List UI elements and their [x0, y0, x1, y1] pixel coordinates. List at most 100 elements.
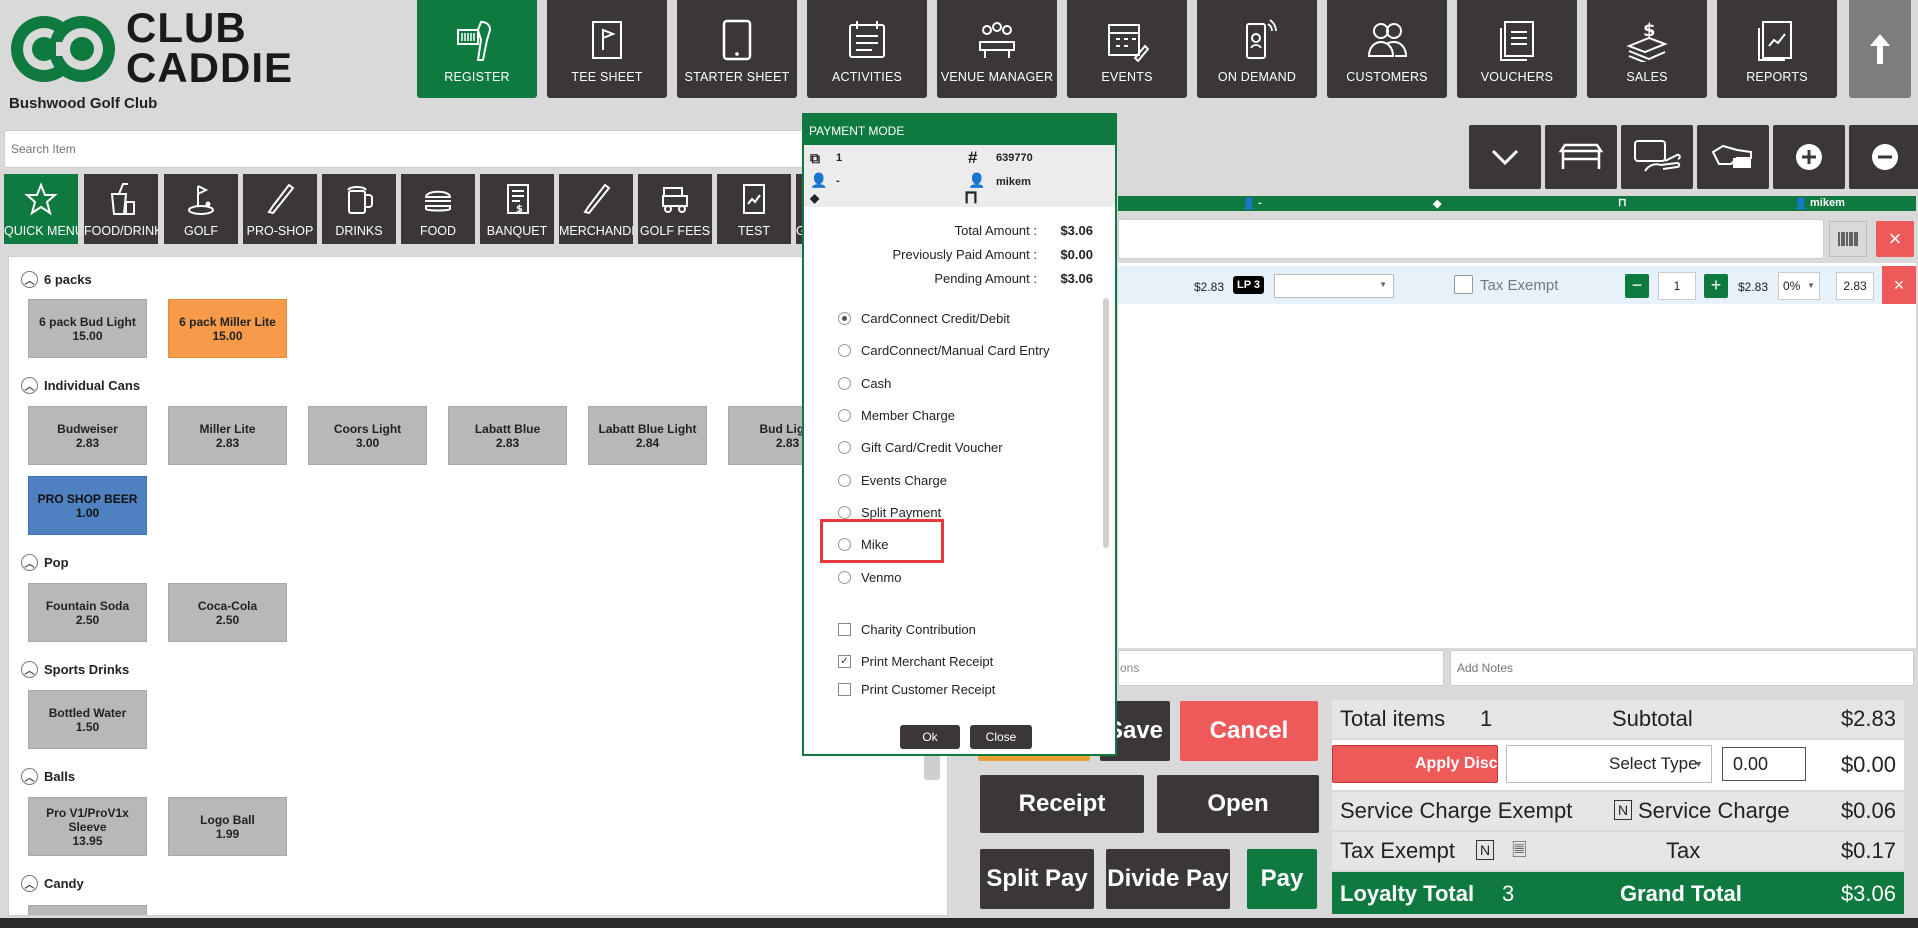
item-tile[interactable]: Logo Ball 1.99: [168, 797, 287, 856]
divide-pay-button[interactable]: Divide Pay: [1106, 849, 1230, 909]
section-header[interactable]: ︿ 6 packs: [21, 271, 92, 288]
item-tile[interactable]: Bottled Water 1.50: [28, 690, 147, 749]
radio[interactable]: [838, 571, 851, 584]
discount-value-input[interactable]: 0.00: [1722, 747, 1806, 781]
section-header[interactable]: ︿ Balls: [21, 768, 75, 785]
category-food-drink[interactable]: FOOD/DRINK: [84, 174, 158, 244]
nav-venue-manager[interactable]: VENUE MANAGER: [937, 0, 1057, 98]
checkbox[interactable]: [838, 683, 851, 696]
checkbox[interactable]: [838, 623, 851, 636]
category-golf-fees[interactable]: GOLF FEES: [638, 174, 712, 244]
item-tile[interactable]: [28, 905, 147, 915]
apply-discount-button[interactable]: Apply Discount: [1332, 745, 1532, 783]
cart-row[interactable]: $2.83 LP 3 ▼ Tax Exempt − 1 + $2.83 0% ▼ …: [1118, 266, 1916, 304]
payment-option[interactable]: Gift Card/Credit Voucher: [838, 440, 1003, 455]
clear-button[interactable]: ×: [1876, 221, 1914, 257]
nav-tee-sheet[interactable]: TEE SHEET: [547, 0, 667, 98]
remove-button[interactable]: [1849, 125, 1918, 189]
item-tile[interactable]: Labatt Blue 2.83: [448, 406, 567, 465]
nav-events[interactable]: EVENTS: [1067, 0, 1187, 98]
close-button[interactable]: Close: [970, 725, 1032, 749]
notes-field[interactable]: [1450, 650, 1914, 686]
item-tile[interactable]: Fountain Soda 2.50: [28, 583, 147, 642]
payment-option[interactable]: CardConnect/Manual Card Entry: [838, 343, 1050, 358]
category-golf[interactable]: GOLF: [164, 174, 238, 244]
nav-activities[interactable]: ACTIVITIES: [807, 0, 927, 98]
payment-option[interactable]: Member Charge: [838, 408, 955, 423]
qty-input[interactable]: 1: [1658, 272, 1696, 300]
item-tile[interactable]: Budweiser 2.83: [28, 406, 147, 465]
item-tile[interactable]: PRO SHOP BEER 1.00: [28, 476, 147, 535]
radio-selected[interactable]: [838, 312, 851, 325]
radio[interactable]: [838, 344, 851, 357]
charity-option[interactable]: Charity Contribution: [838, 622, 976, 637]
qty-minus-button[interactable]: −: [1625, 274, 1649, 298]
table-button[interactable]: [1545, 125, 1617, 189]
category-banquet[interactable]: $ BANQUET: [480, 174, 554, 244]
category-drinks[interactable]: DRINKS: [322, 174, 396, 244]
category-food[interactable]: FOOD: [401, 174, 475, 244]
ok-button[interactable]: Ok: [900, 725, 960, 749]
merchant-receipt-option[interactable]: ✓ Print Merchant Receipt: [838, 654, 993, 669]
category-merchandise[interactable]: MERCHANDISE: [559, 174, 633, 244]
section-header[interactable]: ︿ Pop: [21, 554, 69, 571]
split-pay-button[interactable]: Split Pay: [980, 849, 1094, 909]
category-pro-shop[interactable]: PRO-SHOP: [243, 174, 317, 244]
nav-reports[interactable]: REPORTS: [1717, 0, 1837, 98]
qty-plus-button[interactable]: +: [1704, 274, 1728, 298]
radio[interactable]: [838, 474, 851, 487]
hand-card-button[interactable]: [1621, 125, 1693, 189]
payment-option[interactable]: CardConnect Credit/Debit: [838, 311, 1010, 326]
nav-register[interactable]: REGISTER: [417, 0, 537, 98]
collapse-button[interactable]: [1469, 125, 1541, 189]
pay-button[interactable]: Pay: [1247, 849, 1317, 909]
nav-customers[interactable]: CUSTOMERS: [1327, 0, 1447, 98]
search-item-field[interactable]: [4, 130, 804, 168]
nav-starter-sheet[interactable]: STARTER SHEET: [677, 0, 797, 98]
item-tile[interactable]: Labatt Blue Light 2.84: [588, 406, 707, 465]
tax-exempt-flag[interactable]: N: [1476, 840, 1495, 860]
section-header[interactable]: ︿ Individual Cans: [21, 377, 140, 394]
receipt-button[interactable]: Receipt: [980, 775, 1144, 833]
nav-vouchers[interactable]: VOUCHERS: [1457, 0, 1577, 98]
search-input[interactable]: [5, 131, 803, 167]
payment-option[interactable]: Events Charge: [838, 473, 947, 488]
discount-select[interactable]: 0% ▼: [1778, 272, 1820, 300]
open-button[interactable]: Open: [1157, 775, 1319, 833]
item-tile[interactable]: Pro V1/ProV1x Sleeve 13.95: [28, 797, 147, 856]
nav-sales[interactable]: $ SALES: [1587, 0, 1707, 98]
radio[interactable]: [838, 506, 851, 519]
final-price-input[interactable]: 2.83: [1836, 272, 1874, 300]
add-button[interactable]: [1773, 125, 1845, 189]
payment-option[interactable]: Cash: [838, 376, 891, 391]
dialog-scrollbar[interactable]: [1103, 298, 1109, 548]
barcode-button[interactable]: [1829, 221, 1867, 257]
radio[interactable]: [838, 377, 851, 390]
remove-line-button[interactable]: ×: [1882, 266, 1916, 304]
cart-item-select[interactable]: ▼: [1274, 274, 1394, 298]
radio[interactable]: [838, 409, 851, 422]
tax-exempt-checkbox[interactable]: [1454, 275, 1473, 294]
item-tile[interactable]: 6 pack Miller Lite 15.00: [168, 299, 287, 358]
nav-on-demand[interactable]: ON DEMAND: [1197, 0, 1317, 98]
item-tile[interactable]: Coca-Cola 2.50: [168, 583, 287, 642]
payment-option[interactable]: Split Payment: [838, 505, 941, 520]
category-test[interactable]: TEST: [717, 174, 791, 244]
radio[interactable]: [838, 441, 851, 454]
customer-receipt-option[interactable]: Print Customer Receipt: [838, 682, 995, 697]
hand-pay-button[interactable]: [1697, 125, 1769, 189]
notes-input[interactable]: [1451, 651, 1913, 685]
section-header[interactable]: ︿ Sports Drinks: [21, 661, 129, 678]
section-header[interactable]: ︿ Candy: [21, 875, 84, 892]
cancel-button[interactable]: Cancel: [1180, 701, 1318, 761]
category-quick-menu[interactable]: QUICK MENU: [4, 174, 78, 244]
scroll-top-button[interactable]: [1849, 0, 1911, 98]
item-tile[interactable]: Coors Light 3.00: [308, 406, 427, 465]
scan-input-field[interactable]: [1118, 219, 1824, 259]
item-tile[interactable]: Miller Lite 2.83: [168, 406, 287, 465]
item-tile[interactable]: 6 pack Bud Light 15.00: [28, 299, 147, 358]
tax-list-icon[interactable]: 🗏: [1512, 838, 1526, 868]
checkbox-checked[interactable]: ✓: [838, 655, 851, 668]
service-exempt-flag[interactable]: N: [1614, 800, 1633, 820]
instructions-field[interactable]: ons: [1118, 650, 1444, 686]
